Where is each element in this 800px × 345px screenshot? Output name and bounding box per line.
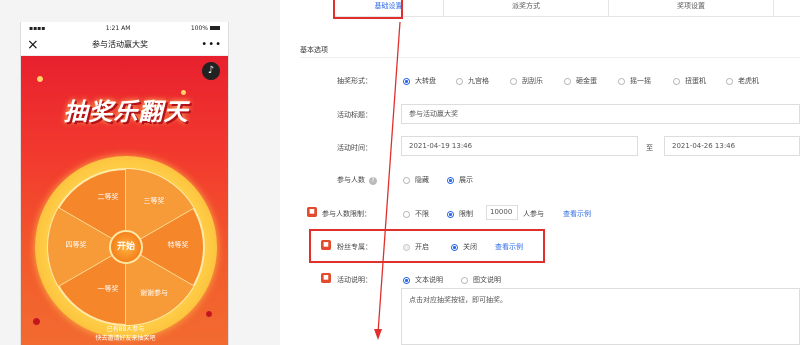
phone-nav-bar: × 参与活动赢大奖 ••• xyxy=(21,34,228,56)
lottery-promo-banner: ♪ 抽奖乐翻天 二等奖 三等奖 特等奖 谢谢参与 一等奖 四等奖 开始 已有88… xyxy=(21,56,228,345)
desc-label: 活动说明： xyxy=(337,276,372,284)
wheel-prize: 二等奖 xyxy=(97,193,119,201)
participant-count-text: 已有88人参与 xyxy=(106,326,145,333)
tab-highlight-box xyxy=(333,0,403,19)
radio-icon xyxy=(447,176,454,184)
radio-icon xyxy=(510,77,517,85)
radio-participants-hide[interactable]: 隐藏 xyxy=(403,175,429,185)
radio-limit-on[interactable]: 限制 xyxy=(447,209,473,219)
radio-desc-rich[interactable]: 图文说明 xyxy=(461,275,501,285)
status-time: 1:21 AM xyxy=(105,24,131,32)
wheel-prize: 谢谢参与 xyxy=(140,289,168,297)
section-divider xyxy=(300,57,800,58)
screenshot-stage: ▪▪▪▪ 1:21 AM 100% × 参与活动赢大奖 ••• ♪ 抽奖乐翻天 xyxy=(0,0,800,345)
radio-icon xyxy=(673,77,680,85)
radio-icon xyxy=(403,210,410,218)
fans-label: 粉丝专属： xyxy=(337,243,372,251)
time-separator: 至 xyxy=(646,144,653,152)
radio-participants-show[interactable]: 展示 xyxy=(447,175,473,185)
start-time-input[interactable]: 2021-04-19 13:46 xyxy=(401,136,638,156)
music-icon[interactable]: ♪ xyxy=(202,62,220,80)
radio-icon xyxy=(447,210,454,218)
new-badge-icon: ■ xyxy=(307,207,317,217)
radio-icon xyxy=(403,243,410,251)
wheel-prize: 一等奖 xyxy=(97,285,119,293)
title-label: 活动标题： xyxy=(337,111,372,119)
wheel-prize: 三等奖 xyxy=(143,197,165,205)
battery-indicator: 100% xyxy=(191,25,220,32)
radio-draw-gacha[interactable]: 扭蛋机 xyxy=(673,76,706,86)
help-icon[interactable]: ? xyxy=(369,177,377,185)
desc-textarea[interactable]: 点击对应抽奖按钮，即可抽奖。 xyxy=(401,288,800,345)
decor-coin xyxy=(37,76,43,82)
end-time-input[interactable]: 2021-04-26 13:46 xyxy=(664,136,800,156)
phone-page-title: 参与活动赢大奖 xyxy=(92,40,149,49)
tab-prize-distribution[interactable]: 派奖方式 xyxy=(444,0,609,17)
radio-icon xyxy=(564,77,571,85)
radio-desc-text[interactable]: 文本说明 xyxy=(403,275,443,285)
start-button[interactable]: 开始 xyxy=(109,230,143,264)
time-label: 活动时间： xyxy=(337,144,372,152)
prize-wheel: 二等奖 三等奖 特等奖 谢谢参与 一等奖 四等奖 开始 xyxy=(35,156,217,338)
radio-limit-none[interactable]: 不限 xyxy=(403,209,429,219)
radio-icon xyxy=(618,77,625,85)
radio-icon xyxy=(403,176,410,184)
more-icon[interactable]: ••• xyxy=(201,39,222,50)
radio-draw-wheel[interactable]: 大转盘 xyxy=(403,76,436,86)
participants-label: 参与人数? xyxy=(337,175,377,185)
radio-icon xyxy=(451,243,458,251)
radio-icon xyxy=(456,77,463,85)
limit-example-link[interactable]: 查看示例 xyxy=(563,209,591,219)
draw-type-label: 抽奖形式： xyxy=(337,77,372,85)
close-icon[interactable]: × xyxy=(27,38,39,52)
battery-icon xyxy=(210,26,220,30)
radio-fans-on[interactable]: 开启 xyxy=(403,242,429,252)
settings-panel: 基础设置 派奖方式 奖项设置 基本选项 抽奖形式： 大转盘 九宫格 刮刮乐 砸金… xyxy=(280,0,800,345)
radio-draw-shake[interactable]: 摇一摇 xyxy=(618,76,651,86)
radio-icon xyxy=(461,276,468,284)
settings-tabs: 基础设置 派奖方式 奖项设置 xyxy=(334,0,800,17)
title-input[interactable]: 参与活动赢大奖 xyxy=(401,104,800,124)
radio-icon xyxy=(403,276,410,284)
limit-label: 参与人数限制： xyxy=(322,210,371,218)
radio-fans-off[interactable]: 关闭 xyxy=(451,242,477,252)
tab-prize-settings[interactable]: 奖项设置 xyxy=(609,0,774,17)
limit-suffix: 人参与 xyxy=(523,210,544,218)
signal-icon: ▪▪▪▪ xyxy=(29,24,46,32)
radio-draw-egg[interactable]: 砸金蛋 xyxy=(564,76,597,86)
invite-text: 快去邀请好友来抽奖吧 xyxy=(95,335,156,342)
promo-footer: 已有88人参与 快去邀请好友来抽奖吧 xyxy=(21,325,228,343)
wheel-prize: 特等奖 xyxy=(167,241,189,249)
radio-icon xyxy=(726,77,733,85)
limit-input[interactable]: 10000 xyxy=(486,205,518,220)
section-title: 基本选项 xyxy=(300,46,328,54)
new-badge-icon: ■ xyxy=(321,273,331,283)
promo-title: 抽奖乐翻天 xyxy=(63,97,189,126)
radio-draw-grid[interactable]: 九宫格 xyxy=(456,76,489,86)
radio-draw-scratch[interactable]: 刮刮乐 xyxy=(510,76,543,86)
status-bar: ▪▪▪▪ 1:21 AM 100% xyxy=(21,22,228,34)
radio-icon xyxy=(403,77,410,85)
new-badge-icon: ■ xyxy=(321,240,331,250)
wheel-prize: 四等奖 xyxy=(65,241,87,249)
radio-draw-slot[interactable]: 老虎机 xyxy=(726,76,759,86)
fans-example-link[interactable]: 查看示例 xyxy=(495,242,523,252)
phone-preview: ▪▪▪▪ 1:21 AM 100% × 参与活动赢大奖 ••• ♪ 抽奖乐翻天 xyxy=(20,22,229,345)
